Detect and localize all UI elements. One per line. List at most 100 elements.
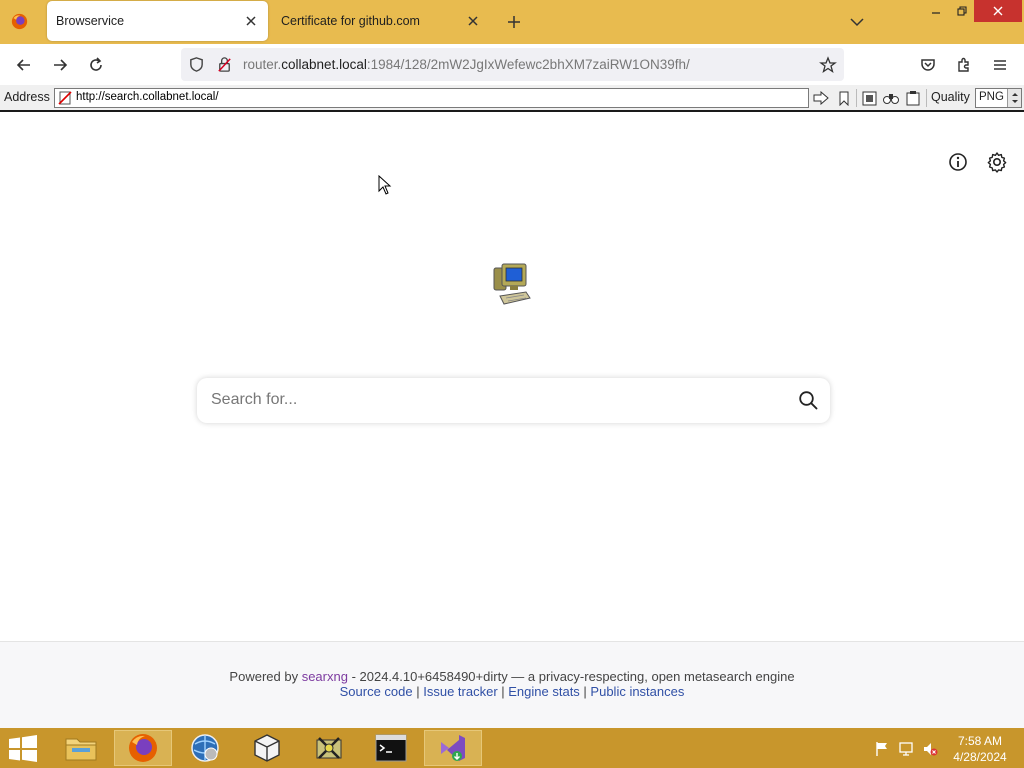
bookmark-star-icon[interactable] [819, 56, 837, 74]
bookmark-button[interactable] [835, 89, 853, 107]
clock-time: 7:58 AM [957, 734, 1003, 748]
arrow-left-icon [16, 59, 30, 71]
zoom-page-icon [862, 91, 876, 105]
minimize-icon [932, 12, 940, 14]
pocket-button[interactable] [917, 54, 939, 76]
network-icon[interactable] [898, 741, 914, 757]
footer: Powered by searxng - 2024.4.10+6458490+d… [0, 641, 1024, 728]
link-separator: | [579, 684, 591, 699]
tab-strip: Browservice Certificate for github.com [0, 0, 1024, 44]
go-arrow-icon [813, 91, 829, 105]
tools-icon [316, 737, 342, 759]
close-icon[interactable] [243, 13, 259, 29]
quality-selector[interactable]: PNG [975, 88, 1022, 108]
plus-icon[interactable] [505, 13, 523, 31]
public-instances-link[interactable]: Public instances [590, 684, 684, 699]
tab-certificate[interactable]: Certificate for github.com [272, 1, 490, 41]
tab-browservice[interactable]: Browservice [47, 1, 268, 41]
clock-date: 4/28/2024 [953, 750, 1007, 764]
puzzle-icon [958, 57, 969, 72]
version-text: - 2024.4.10+6458490+dirty — a privacy-re… [347, 669, 795, 684]
footer-links: Source code | Issue tracker | Engine sta… [0, 684, 1024, 699]
footer-powered-by: Powered by searxng - 2024.4.10+6458490+d… [0, 669, 1024, 684]
link-separator: | [412, 684, 424, 699]
address-value: http://search.collabnet.local/ [76, 91, 219, 103]
taskbar-firefox[interactable] [114, 730, 172, 766]
insecure-lock-icon[interactable] [216, 56, 233, 73]
clipboard-icon [906, 91, 920, 106]
url-text[interactable]: router.collabnet.local:1984/128/2mW2JgIx… [243, 57, 690, 72]
search-box [197, 378, 830, 423]
address-label: Address [4, 90, 50, 104]
restore-icon [957, 6, 967, 16]
tab-label: Browservice [56, 14, 125, 28]
url-host: collabnet.local [281, 57, 367, 72]
spin-arrows-icon [1012, 93, 1018, 103]
restore-button[interactable] [947, 0, 977, 22]
bookmark-icon [839, 91, 849, 106]
back-button[interactable] [13, 54, 35, 76]
url-bar[interactable]: router.collabnet.local:1984/128/2mW2JgIx… [181, 48, 844, 81]
navigation-bar: router.collabnet.local:1984/128/2mW2JgIx… [0, 44, 1024, 85]
folder-icon [65, 738, 97, 761]
quality-label: Quality [931, 90, 970, 104]
visual-studio-icon [441, 735, 465, 761]
windows-start-icon[interactable] [8, 735, 38, 762]
cube-icon [254, 734, 280, 762]
go-button[interactable] [812, 89, 830, 107]
gear-icon[interactable] [986, 151, 1008, 173]
url-prefix: router. [243, 57, 282, 72]
taskbar-package-app[interactable] [238, 730, 296, 766]
address-field[interactable]: http://search.collabnet.local/ [54, 88, 809, 108]
toolbar-divider [856, 89, 857, 107]
toolbar-divider [926, 89, 927, 107]
volume-muted-icon[interactable] [922, 741, 938, 757]
chevron-down-icon[interactable] [849, 14, 865, 30]
source-code-link[interactable]: Source code [340, 684, 413, 699]
taskbar-tools-app[interactable] [300, 730, 358, 766]
insecure-page-icon [58, 91, 72, 105]
issue-tracker-link[interactable]: Issue tracker [423, 684, 497, 699]
close-window-button[interactable] [974, 0, 1022, 22]
tab-label: Certificate for github.com [281, 14, 420, 28]
forward-button[interactable] [49, 54, 71, 76]
clipboard-button[interactable] [904, 89, 922, 107]
flag-icon[interactable] [874, 741, 890, 757]
taskbar-command-prompt[interactable] [362, 730, 420, 766]
quality-value: PNG [979, 91, 1004, 103]
menu-button[interactable] [989, 54, 1011, 76]
taskbar-network-app[interactable] [176, 730, 234, 766]
shield-icon[interactable] [188, 56, 205, 73]
browservice-toolbar: Address http://search.collabnet.local/ Q… [0, 85, 1024, 112]
info-icon[interactable] [948, 152, 968, 172]
taskbar: 7:58 AM 4/28/2024 [0, 728, 1024, 768]
terminal-icon [375, 734, 407, 762]
close-icon [993, 6, 1003, 16]
search-input[interactable] [211, 386, 781, 414]
reload-icon [90, 57, 102, 71]
pocket-icon [921, 59, 935, 71]
url-path: :1984/128/2mW2JgIxWefewc2bhXM7zaiRW1ON39… [366, 57, 690, 72]
computer-logo-icon [493, 263, 531, 305]
taskbar-file-explorer[interactable] [52, 730, 110, 766]
hamburger-icon [994, 60, 1006, 70]
searxng-link[interactable]: searxng [302, 669, 348, 684]
mouse-cursor-icon [378, 175, 392, 195]
taskbar-visual-studio[interactable] [424, 730, 482, 766]
close-icon[interactable] [465, 13, 481, 29]
quality-spinner[interactable] [1007, 89, 1021, 107]
link-separator: | [497, 684, 509, 699]
engine-stats-link[interactable]: Engine stats [508, 684, 580, 699]
zoom-button[interactable] [860, 89, 878, 107]
search-icon[interactable] [798, 390, 818, 410]
searxng-page: Powered by searxng - 2024.4.10+6458490+d… [0, 112, 1024, 728]
globe-icon [191, 734, 219, 762]
reload-button[interactable] [85, 54, 107, 76]
firefox-icon[interactable] [11, 13, 28, 30]
arrow-right-icon [54, 59, 68, 71]
binoculars-icon [883, 94, 899, 104]
system-clock[interactable]: 7:58 AM 4/28/2024 [948, 733, 1012, 765]
extensions-button[interactable] [953, 54, 975, 76]
find-button[interactable] [882, 89, 900, 107]
powered-by-text: Powered by [229, 669, 299, 684]
